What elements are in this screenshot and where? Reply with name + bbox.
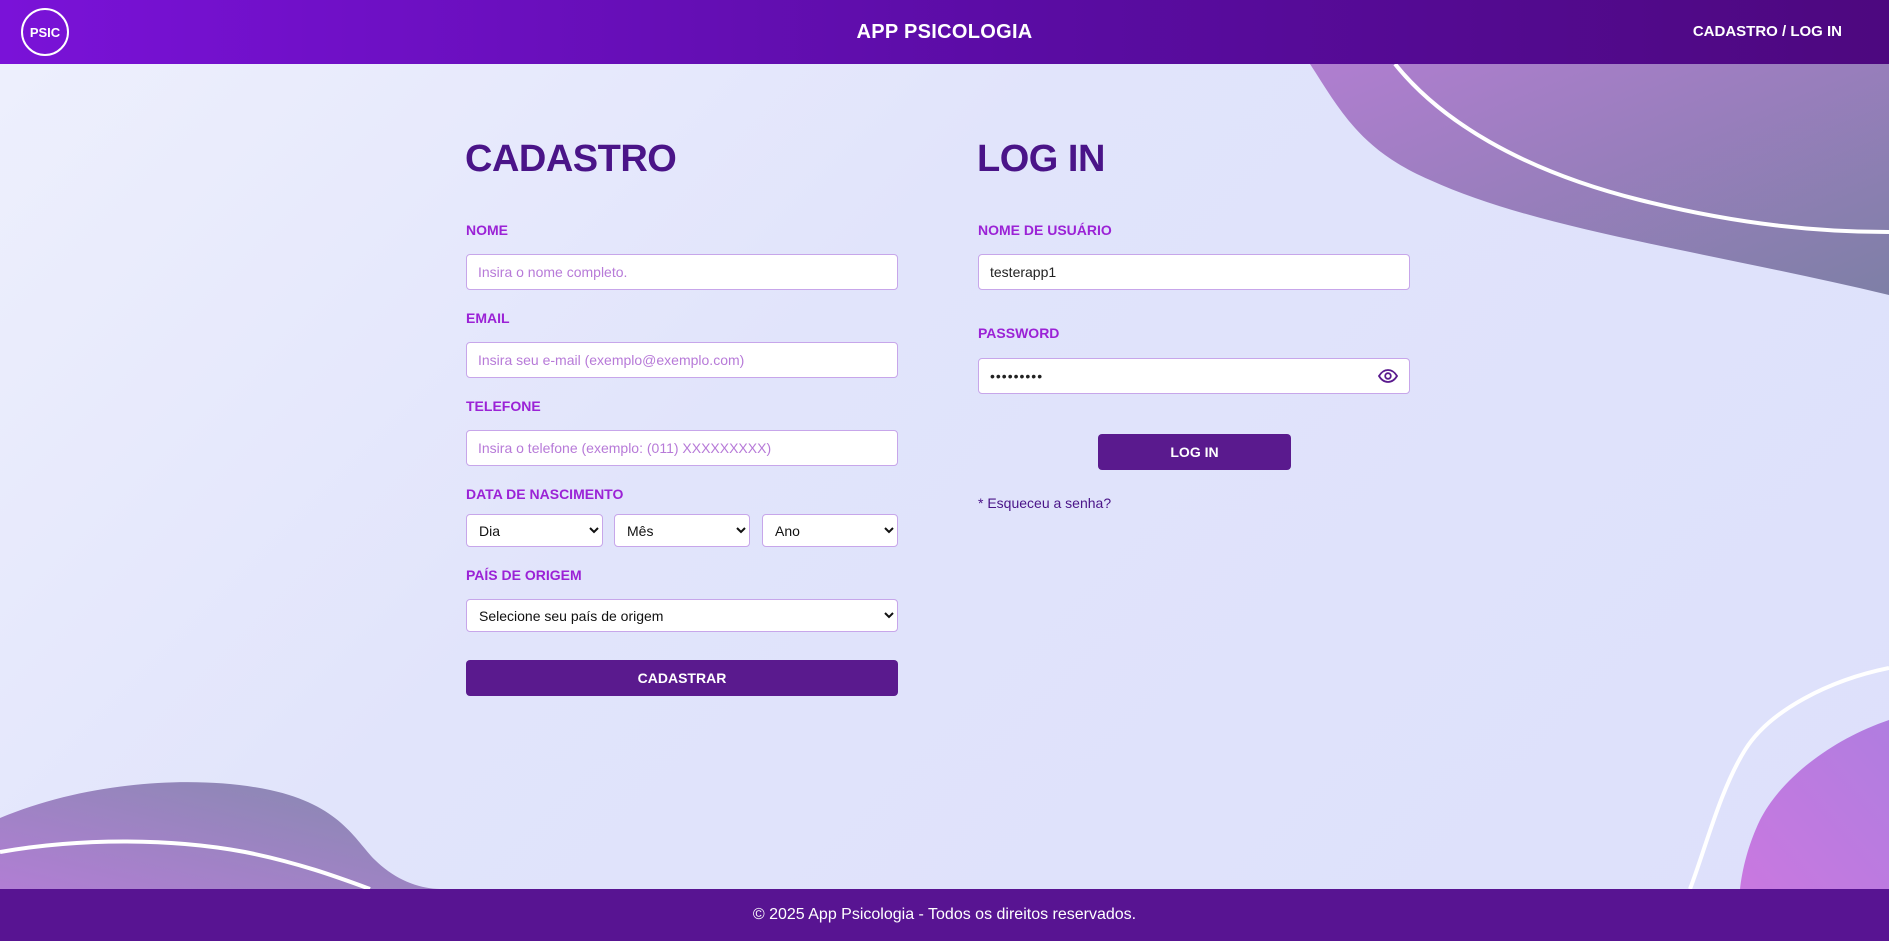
main-content: CADASTRO NOME EMAIL TELEFONE DATA DE NAS… <box>0 64 1889 889</box>
username-label: NOME DE USUÁRIO <box>978 222 1112 238</box>
eye-icon[interactable] <box>1377 365 1399 387</box>
login-button[interactable]: LOG IN <box>1098 434 1291 470</box>
birth-day-select[interactable]: Dia <box>466 514 603 547</box>
country-select[interactable]: Selecione seu país de origem <box>466 599 898 632</box>
app-title: APP PSICOLOGIA <box>856 21 1033 43</box>
signup-title: CADASTRO <box>465 138 677 180</box>
email-input[interactable] <box>466 342 898 378</box>
name-input[interactable] <box>466 254 898 290</box>
password-input[interactable] <box>978 358 1410 394</box>
phone-input[interactable] <box>466 430 898 466</box>
username-input[interactable] <box>978 254 1410 290</box>
country-label: PAÍS DE ORIGEM <box>466 567 582 583</box>
signup-button[interactable]: CADASTRAR <box>466 660 898 696</box>
login-title: LOG IN <box>977 138 1105 180</box>
birth-month-select[interactable]: Mês <box>614 514 750 547</box>
birth-year-select[interactable]: Ano <box>762 514 898 547</box>
birthdate-label: DATA DE NASCIMENTO <box>466 486 624 502</box>
top-navbar: PSIC APP PSICOLOGIA CADASTRO / LOG IN <box>0 0 1889 64</box>
password-label: PASSWORD <box>978 325 1060 341</box>
nav-link-cadastro-login[interactable]: CADASTRO / LOG IN <box>1693 23 1842 40</box>
name-label: NOME <box>466 222 508 238</box>
email-label: EMAIL <box>466 310 510 326</box>
phone-label: TELEFONE <box>466 398 541 414</box>
forgot-password-link[interactable]: * Esqueceu a senha? <box>978 495 1111 511</box>
footer-copyright: © 2025 App Psicologia - Todos os direito… <box>752 906 1137 923</box>
page-footer: © 2025 App Psicologia - Todos os direito… <box>0 889 1889 941</box>
